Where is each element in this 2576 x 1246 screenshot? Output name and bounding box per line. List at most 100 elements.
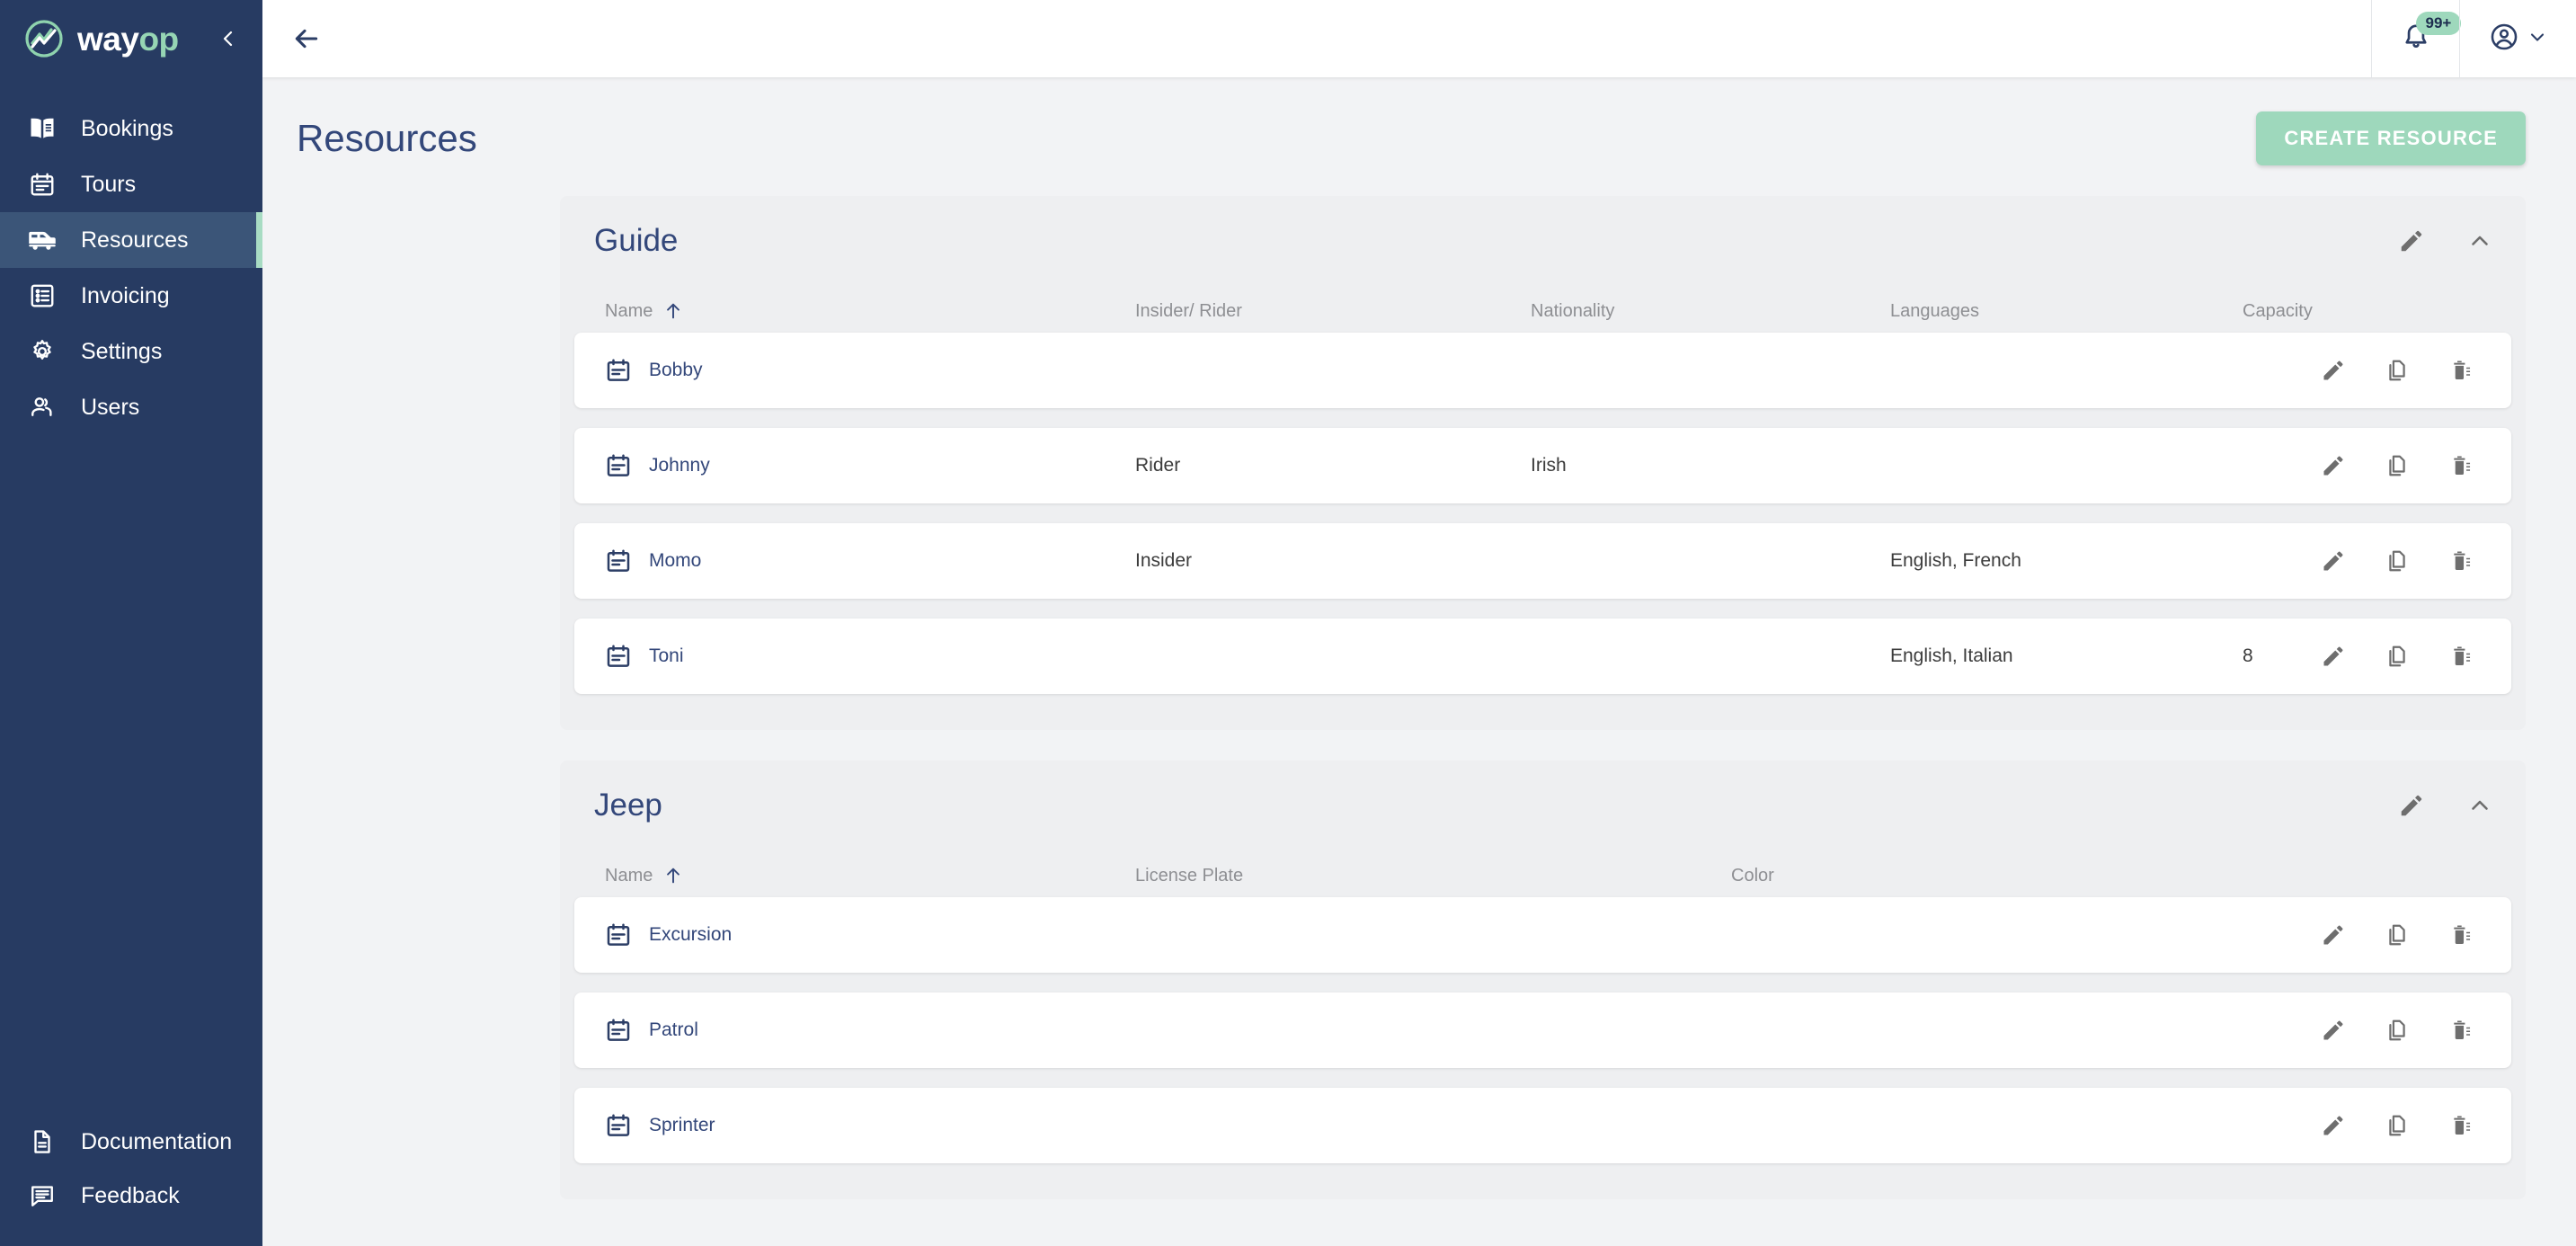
section-header: Jeep [560, 761, 2526, 823]
copy-icon[interactable] [2385, 453, 2410, 478]
copy-icon[interactable] [2385, 1018, 2410, 1043]
brand: wayop [0, 0, 262, 77]
main-area: 99+ Resources CREATE RESOURCE Guide Name… [262, 0, 2576, 1246]
sidebar-item-bookings[interactable]: Bookings [0, 101, 262, 156]
sidebar-item-resources[interactable]: Resources [0, 212, 262, 268]
pencil-icon[interactable] [2321, 548, 2346, 574]
create-resource-button[interactable]: CREATE RESOURCE [2256, 111, 2526, 165]
row-languages-cell: English, Italian [1890, 645, 2013, 666]
table-row[interactable]: Excursion [574, 897, 2511, 973]
sidebar-bottom: Documentation Feedback [0, 1115, 262, 1246]
row-name-cell[interactable]: Sprinter [605, 1112, 1135, 1139]
column-header-label: Languages [1890, 300, 1979, 321]
row-name-cell[interactable]: Patrol [605, 1017, 1135, 1044]
sidebar-item-invoicing[interactable]: Invoicing [0, 268, 262, 324]
copy-icon[interactable] [2385, 548, 2410, 574]
copy-icon[interactable] [2385, 922, 2410, 948]
sidebar-item-label: Documentation [81, 1128, 233, 1154]
sidebar-item-users[interactable]: Users [0, 379, 262, 435]
column-header-name[interactable]: Name [605, 301, 1135, 322]
row-name-label: Excursion [649, 924, 733, 945]
sidebar-collapse-icon[interactable] [213, 23, 244, 54]
column-header-color[interactable]: Color [1731, 866, 2474, 886]
trash-icon[interactable] [2448, 644, 2474, 669]
chevron-up-icon[interactable] [2466, 792, 2493, 819]
row-name-cell[interactable]: Bobby [605, 357, 1135, 384]
sidebar-item-label: Feedback [81, 1182, 180, 1208]
account-menu-button[interactable] [2459, 0, 2576, 77]
section-title: Guide [594, 223, 679, 258]
back-button[interactable] [282, 14, 331, 63]
column-header-label: Color [1731, 865, 1774, 886]
row-name-cell[interactable]: Excursion [605, 921, 1135, 948]
wayop-logo-icon [25, 20, 63, 58]
sort-ascending-icon [663, 301, 683, 321]
trash-icon[interactable] [2448, 453, 2474, 478]
row-name-cell[interactable]: Toni [605, 643, 1135, 670]
column-header-label: Name [605, 300, 653, 321]
row-name-cell[interactable]: Johnny [605, 452, 1135, 479]
chevron-up-icon[interactable] [2466, 227, 2493, 254]
row-capacity-cell: 8 [2243, 645, 2253, 666]
column-header-label: License Plate [1135, 865, 1244, 886]
pencil-icon[interactable] [2398, 792, 2425, 819]
table-row[interactable]: Johnny Rider Irish [574, 428, 2511, 503]
row-name-label: Momo [649, 550, 702, 571]
section-title: Jeep [594, 788, 662, 823]
resource-section-guide: Guide Name Insider/ Rider Nationality La… [560, 196, 2526, 730]
sidebar-item-settings[interactable]: Settings [0, 324, 262, 379]
copy-icon[interactable] [2385, 644, 2410, 669]
copy-icon[interactable] [2385, 358, 2410, 383]
section-header: Guide [560, 196, 2526, 259]
topbar: 99+ [262, 0, 2576, 77]
row-actions [2321, 644, 2474, 669]
table-row[interactable]: Momo Insider English, French [574, 523, 2511, 599]
sidebar-item-tours[interactable]: Tours [0, 156, 262, 212]
guide-table: Name Insider/ Rider Nationality Language… [560, 289, 2526, 694]
brand-name-prefix: way [77, 20, 139, 58]
sort-ascending-icon [663, 866, 683, 886]
table-row[interactable]: Bobby [574, 333, 2511, 408]
column-header-license-plate[interactable]: License Plate [1135, 866, 1731, 886]
table-row[interactable]: Patrol [574, 992, 2511, 1068]
sidebar-item-label: Tours [81, 171, 137, 197]
calendar-icon [27, 169, 58, 200]
trash-icon[interactable] [2448, 1113, 2474, 1138]
copy-icon[interactable] [2385, 1113, 2410, 1138]
event-note-icon [605, 1112, 632, 1139]
row-actions [2321, 1113, 2474, 1138]
trash-icon[interactable] [2448, 922, 2474, 948]
sidebar-item-feedback[interactable]: Feedback [0, 1169, 262, 1223]
pencil-icon[interactable] [2321, 922, 2346, 948]
column-header-name[interactable]: Name [605, 866, 1135, 886]
users-icon [27, 392, 58, 423]
pencil-icon[interactable] [2321, 1113, 2346, 1138]
event-note-icon [605, 547, 632, 574]
pencil-icon[interactable] [2321, 453, 2346, 478]
trash-icon[interactable] [2448, 1018, 2474, 1043]
trash-icon[interactable] [2448, 358, 2474, 383]
pencil-icon[interactable] [2321, 644, 2346, 669]
table-row[interactable]: Toni English, Italian 8 [574, 619, 2511, 694]
row-actions [2321, 453, 2474, 478]
pencil-icon[interactable] [2321, 1018, 2346, 1043]
column-header-label: Nationality [1531, 300, 1615, 321]
chevron-down-icon [2527, 26, 2548, 52]
table-row[interactable]: Sprinter [574, 1088, 2511, 1163]
column-header-insider-rider[interactable]: Insider/ Rider [1135, 301, 1531, 322]
column-header-nationality[interactable]: Nationality [1531, 301, 1890, 322]
event-note-icon [605, 1017, 632, 1044]
trash-icon[interactable] [2448, 548, 2474, 574]
row-name-label: Johnny [649, 455, 710, 476]
sidebar-item-label: Users [81, 394, 140, 420]
column-header-capacity[interactable]: Capacity [2243, 301, 2474, 322]
sidebar-item-documentation[interactable]: Documentation [0, 1115, 262, 1169]
sidebar-item-label: Resources [81, 227, 189, 253]
row-name-cell[interactable]: Momo [605, 547, 1135, 574]
column-header-languages[interactable]: Languages [1890, 301, 2243, 322]
document-icon [27, 1126, 58, 1157]
pencil-icon[interactable] [2398, 227, 2425, 254]
section-actions [2398, 792, 2493, 819]
pencil-icon[interactable] [2321, 358, 2346, 383]
notifications-button[interactable]: 99+ [2371, 0, 2462, 77]
